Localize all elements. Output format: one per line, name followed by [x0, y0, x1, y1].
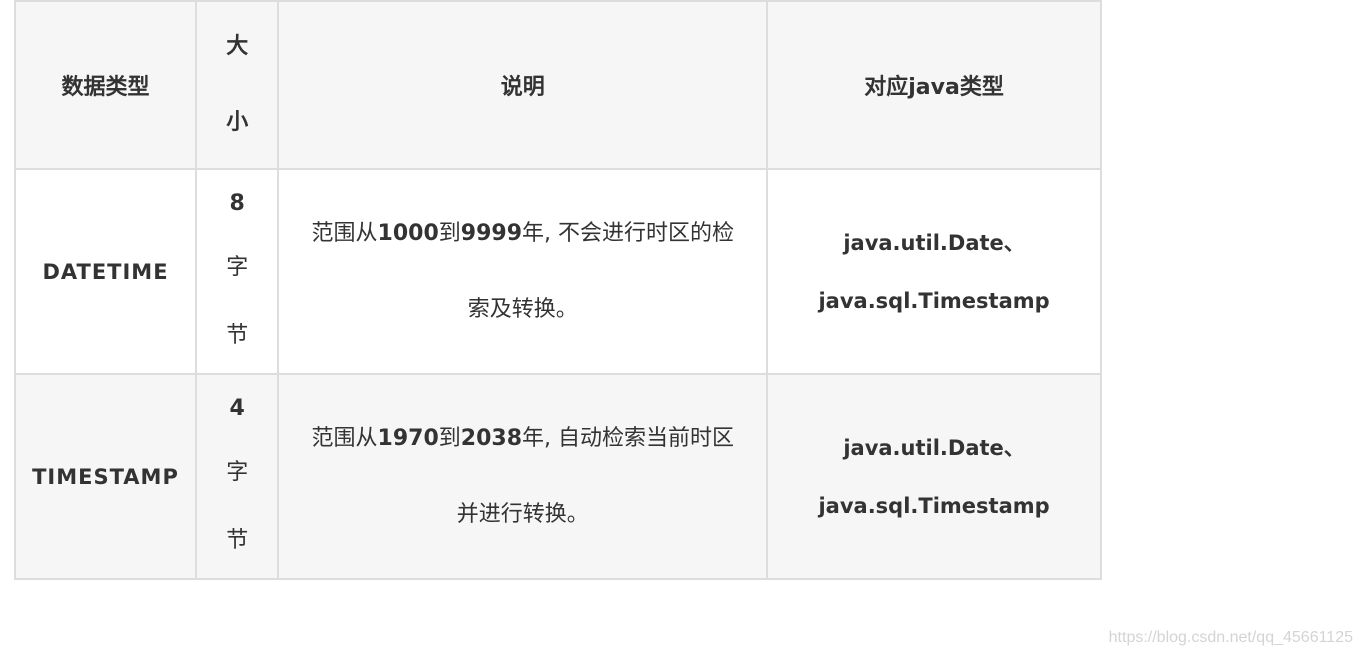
header-java-type-label: 对应java类型: [864, 75, 1004, 100]
desc-part: 到: [438, 220, 461, 246]
desc-part: 范围从: [311, 425, 378, 451]
type-name: TIMESTAMP: [32, 464, 179, 489]
cell-java-type: java.util.Date、 java.sql.Timestamp: [766, 373, 1102, 580]
header-size-label: 大小: [226, 34, 249, 135]
header-description: 说明: [277, 0, 769, 170]
desc-part: 范围从: [311, 220, 378, 246]
table-header-row: 数据类型 大小 说明 对应java类型: [14, 0, 1102, 170]
size-unit-char: 节: [226, 527, 249, 553]
type-name: DATETIME: [42, 259, 169, 284]
cell-type: DATETIME: [14, 168, 197, 375]
desc-range-end: 9999: [460, 220, 523, 246]
java-type-line: java.sql.Timestamp: [818, 288, 1050, 313]
cell-size: 4 字 节: [194, 373, 280, 580]
size-unit-char: 字: [226, 254, 249, 280]
java-type-line: java.sql.Timestamp: [818, 493, 1050, 518]
cell-description: 范围从1000到9999年, 不会进行时区的检索及转换。: [277, 168, 769, 375]
desc-range-end: 2038: [460, 425, 523, 451]
header-data-type: 数据类型: [14, 0, 197, 170]
description-text: 范围从1000到9999年, 不会进行时区的检索及转换。: [279, 196, 766, 348]
header-java-type: 对应java类型: [766, 0, 1102, 170]
description-text: 范围从1970到2038年, 自动检索当前时区并进行转换。: [279, 401, 766, 553]
size-number: 8: [229, 190, 245, 216]
desc-part: 到: [438, 425, 461, 451]
size-unit-char: 字: [226, 459, 249, 485]
cell-type: TIMESTAMP: [14, 373, 197, 580]
java-type-line: java.util.Date、: [843, 230, 1025, 255]
watermark: https://blog.csdn.net/qq_45661125: [1108, 629, 1353, 646]
cell-java-type: java.util.Date、 java.sql.Timestamp: [766, 168, 1102, 375]
size-number: 4: [229, 395, 245, 421]
desc-range-start: 1970: [377, 425, 439, 451]
cell-description: 范围从1970到2038年, 自动检索当前时区并进行转换。: [277, 373, 769, 580]
java-type-line: java.util.Date、: [843, 435, 1025, 460]
table-row: TIMESTAMP 4 字 节 范围从1970到2038年, 自动检索当前时区并…: [14, 373, 1102, 580]
header-size: 大小: [194, 0, 280, 170]
table-row: DATETIME 8 字 节 范围从1000到9999年, 不会进行时区的检索及…: [14, 168, 1102, 375]
datetime-types-table: 数据类型 大小 说明 对应java类型 DATETIME 8 字 节 范围从10…: [14, 0, 1102, 580]
header-description-label: 说明: [500, 75, 545, 100]
cell-size: 8 字 节: [194, 168, 280, 375]
size-unit-char: 节: [226, 322, 249, 348]
desc-range-start: 1000: [377, 220, 439, 246]
header-data-type-label: 数据类型: [61, 75, 150, 100]
